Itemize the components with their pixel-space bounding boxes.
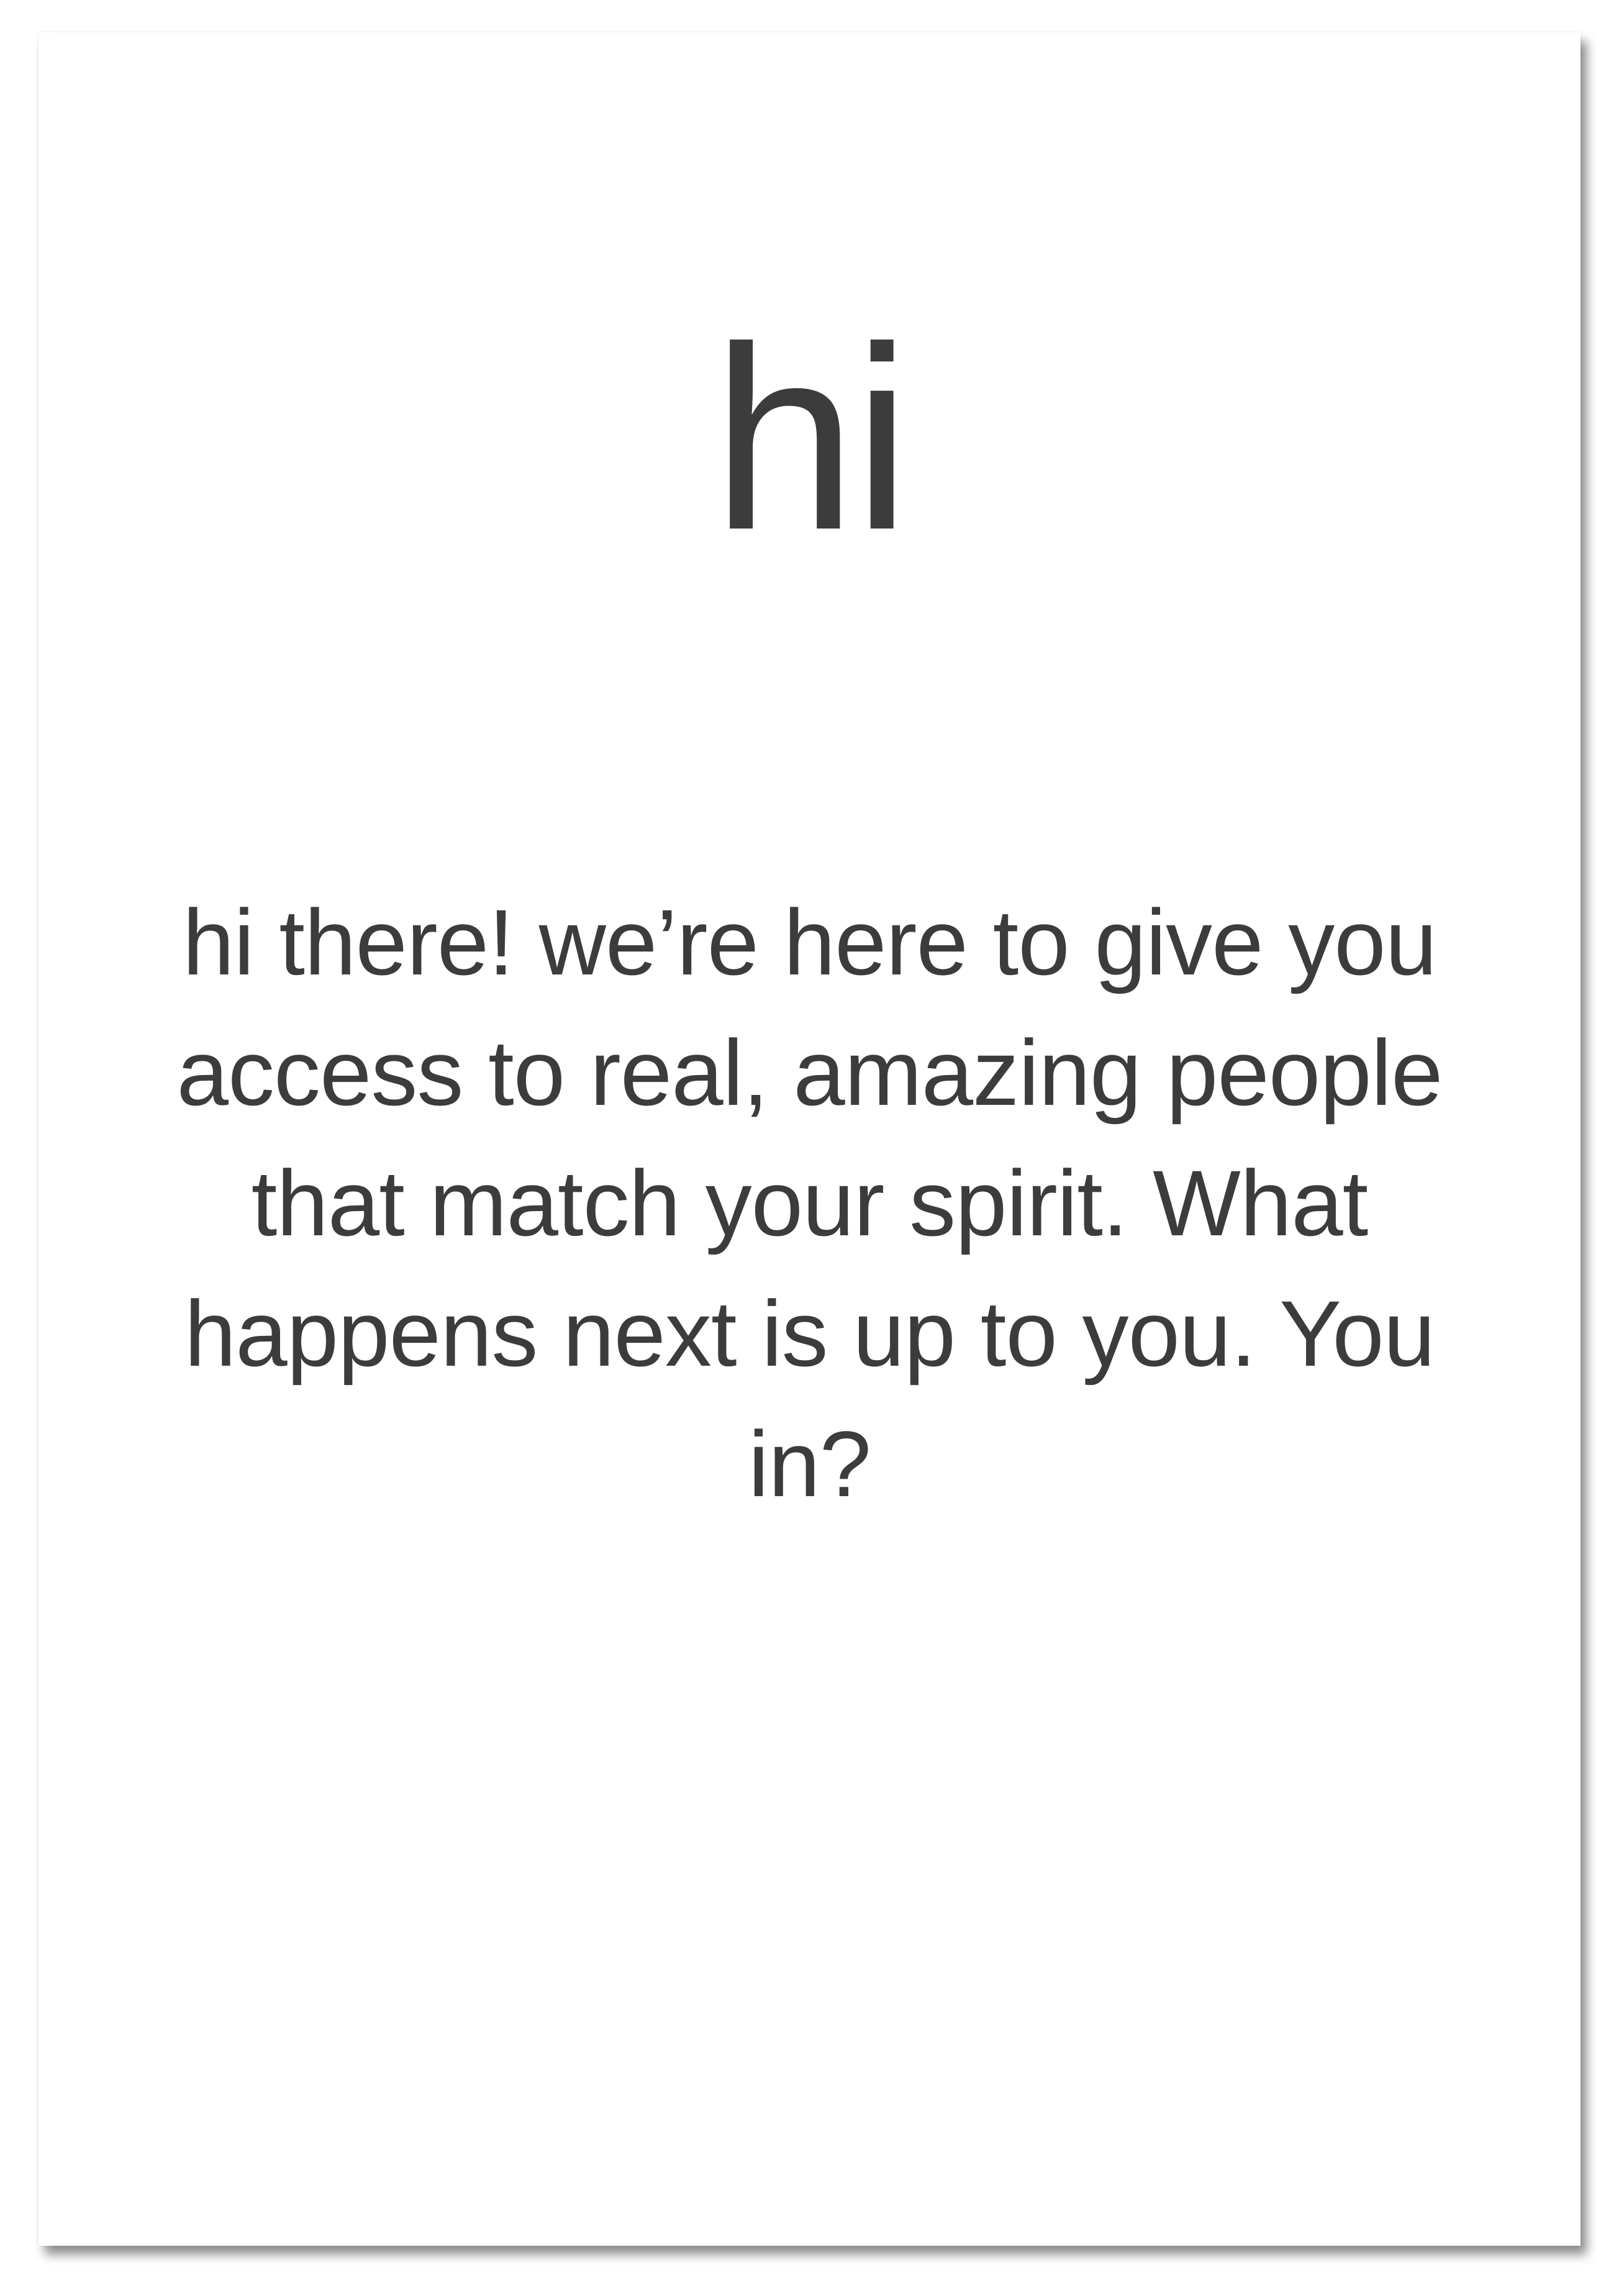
greeting-heading: hi: [712, 293, 911, 584]
welcome-card: hi hi there! we’re here to give you acce…: [39, 32, 1581, 2246]
welcome-message: hi there! we’re here to give you access …: [176, 890, 1443, 1516]
